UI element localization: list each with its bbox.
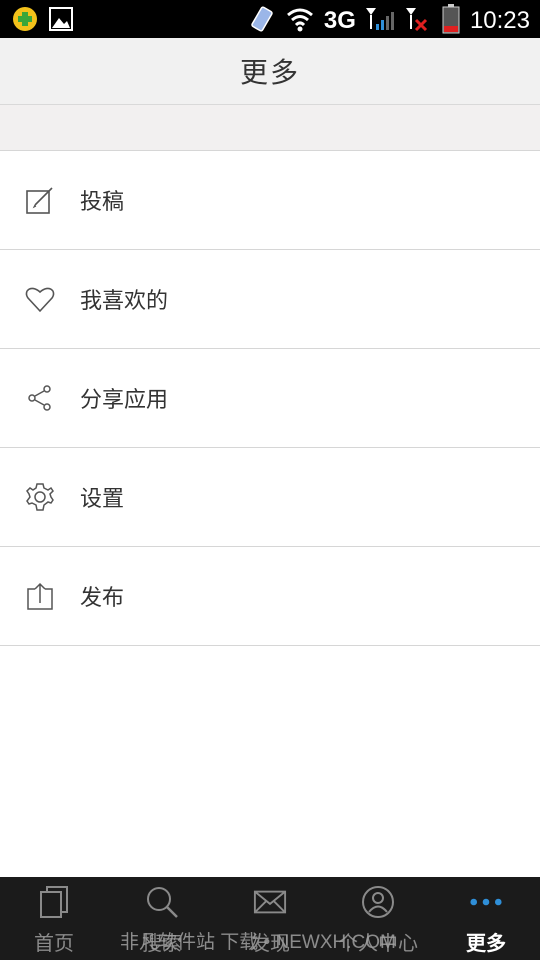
clock: 10:23 xyxy=(469,7,530,34)
menu-item-settings[interactable]: 设置 xyxy=(0,448,540,547)
upload-icon xyxy=(25,581,55,611)
gear-icon xyxy=(25,482,55,512)
page-title: 更多 xyxy=(239,56,300,89)
vibrate-icon xyxy=(248,5,276,37)
menu-item-label: 投稿 xyxy=(80,190,125,215)
page-header: 更多 xyxy=(0,38,540,105)
mail-icon xyxy=(253,885,287,919)
heart-icon xyxy=(25,284,55,314)
image-notification-icon xyxy=(48,6,74,36)
document-icon xyxy=(37,885,71,919)
menu-item-publish[interactable]: 发布 xyxy=(0,547,540,646)
menu-item-favorites[interactable]: 我喜欢的 xyxy=(0,250,540,349)
watermark-text: 非凡软件站 下载 • NEWXH.COM xyxy=(120,932,396,953)
wifi-icon xyxy=(286,6,314,36)
menu-item-label: 我喜欢的 xyxy=(80,289,169,314)
more-menu-list: 投稿 我喜欢的 分享应用 设置 发布 xyxy=(0,151,540,646)
signal-2-icon xyxy=(405,6,432,36)
user-icon xyxy=(361,885,395,919)
menu-item-label: 发布 xyxy=(80,586,125,611)
share-icon xyxy=(25,383,55,413)
battery-icon xyxy=(442,4,460,38)
tab-more[interactable]: 更多 xyxy=(432,877,540,960)
tab-home[interactable]: 首页 xyxy=(0,877,108,960)
search-icon xyxy=(145,885,179,919)
menu-item-label: 设置 xyxy=(80,487,125,512)
more-icon xyxy=(469,885,503,919)
menu-item-contribute[interactable]: 投稿 xyxy=(0,151,540,250)
menu-item-share-app[interactable]: 分享应用 xyxy=(0,349,540,448)
menu-item-label: 分享应用 xyxy=(80,388,169,413)
edit-icon xyxy=(25,185,55,215)
app-notification-icon xyxy=(12,6,38,36)
tab-label: 更多 xyxy=(466,931,506,955)
signal-icon xyxy=(365,6,396,36)
status-bar: 3G 10:23 xyxy=(0,0,540,38)
network-type: 3G xyxy=(323,7,356,34)
section-spacer xyxy=(0,105,540,151)
tab-label: 首页 xyxy=(34,931,74,955)
